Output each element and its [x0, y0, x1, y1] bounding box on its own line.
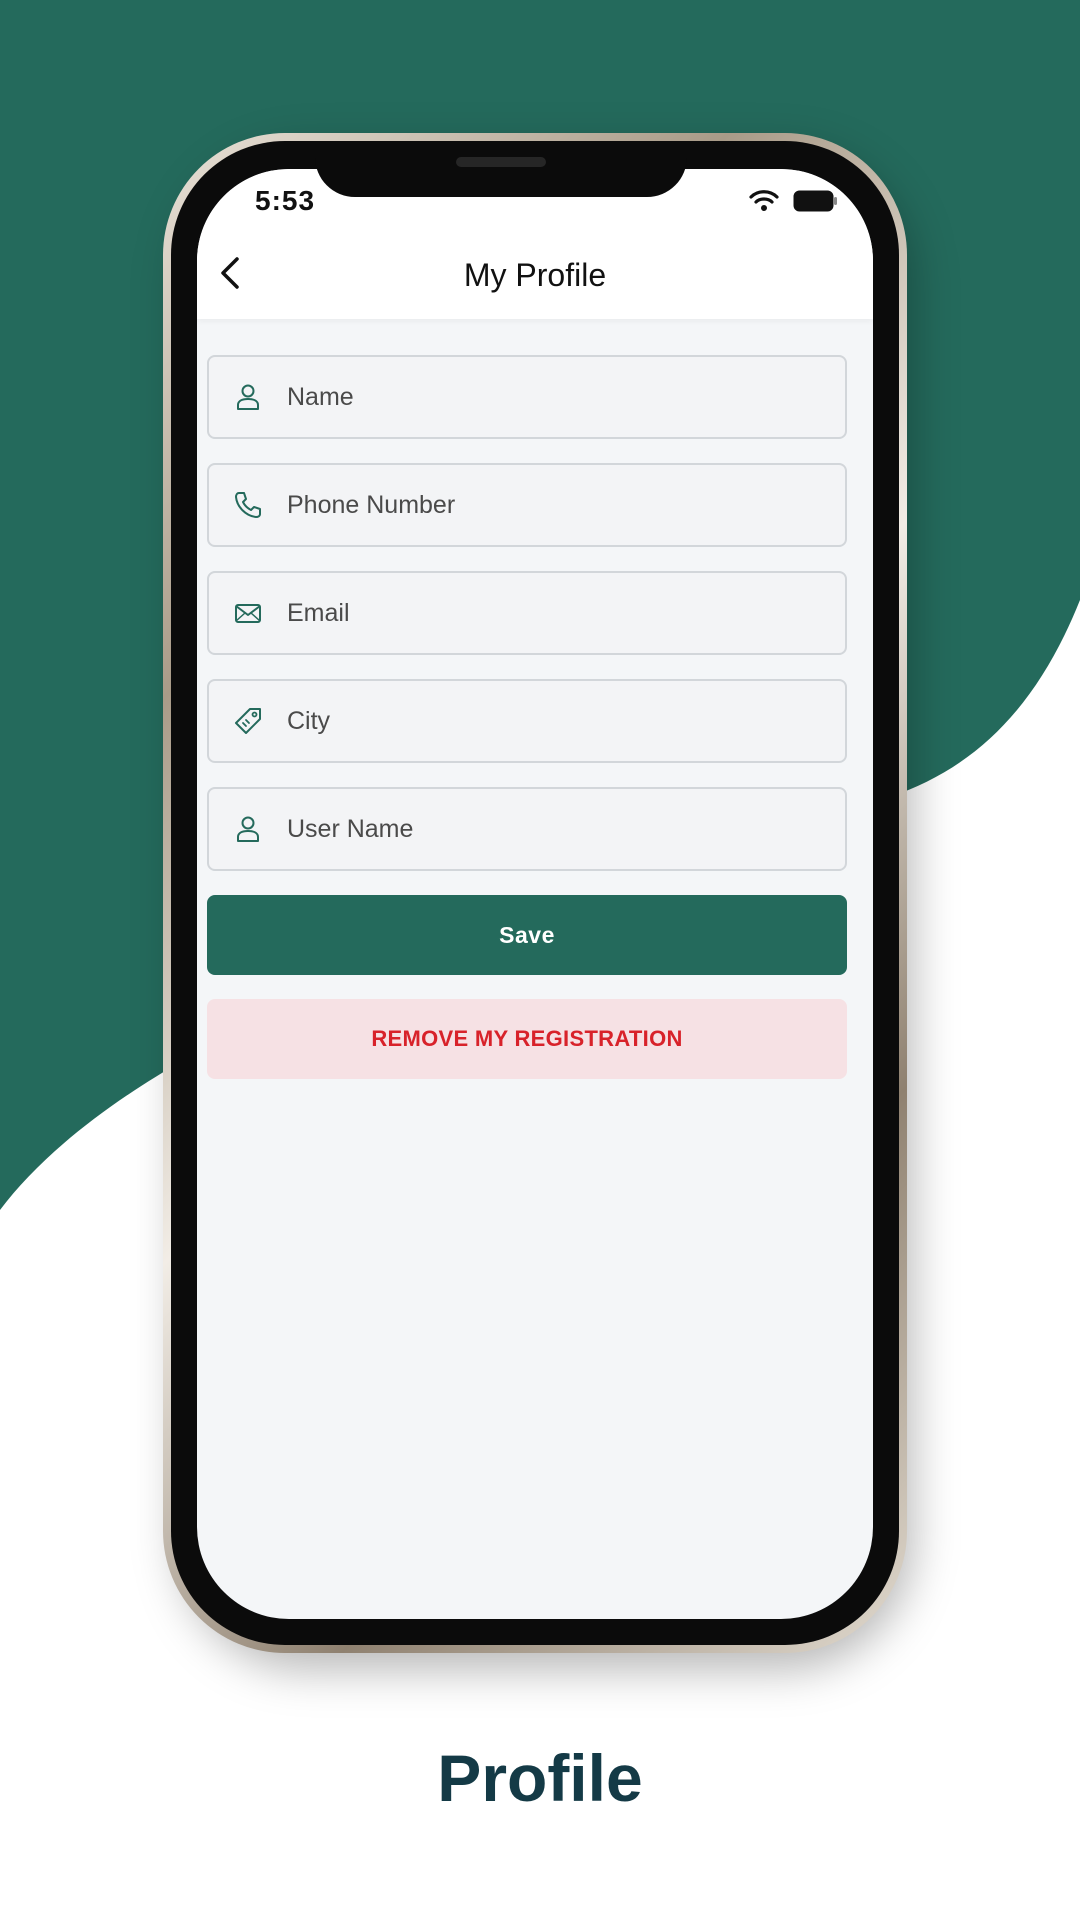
page-title: My Profile — [463, 257, 607, 293]
tag-icon — [235, 708, 261, 734]
status-icons — [749, 189, 839, 213]
phone-icon — [235, 492, 261, 518]
phone-notch — [315, 141, 687, 197]
name-input[interactable] — [285, 381, 829, 413]
email-field[interactable] — [207, 571, 847, 655]
city-input[interactable] — [285, 705, 829, 737]
phone-frame: 5:53 My Profile Name Phone Number Email … — [163, 133, 907, 1653]
wifi-icon — [749, 190, 779, 211]
battery-icon — [793, 190, 837, 212]
status-time: 5:53 — [255, 185, 316, 216]
user-icon — [237, 384, 259, 410]
promo-caption: Profile — [437, 1741, 643, 1815]
username-field[interactable] — [207, 787, 847, 871]
phone-field[interactable] — [207, 463, 847, 547]
name-field[interactable] — [207, 355, 847, 439]
user-icon — [237, 816, 259, 842]
phone-screen: 5:53 My Profile Name Phone Number Email … — [197, 169, 873, 1619]
city-field[interactable] — [207, 679, 847, 763]
phone-input[interactable] — [285, 489, 829, 521]
mail-icon — [235, 604, 261, 623]
phone-bezel: 5:53 My Profile Name Phone Number Email … — [171, 141, 899, 1645]
email-input[interactable] — [285, 597, 829, 629]
remove-registration-button[interactable]: REMOVE MY REGISTRATION — [207, 999, 847, 1079]
speaker-grille — [456, 157, 546, 167]
profile-form: Save REMOVE MY REGISTRATION — [207, 355, 847, 1079]
save-button[interactable]: Save — [207, 895, 847, 975]
username-input[interactable] — [285, 813, 829, 845]
